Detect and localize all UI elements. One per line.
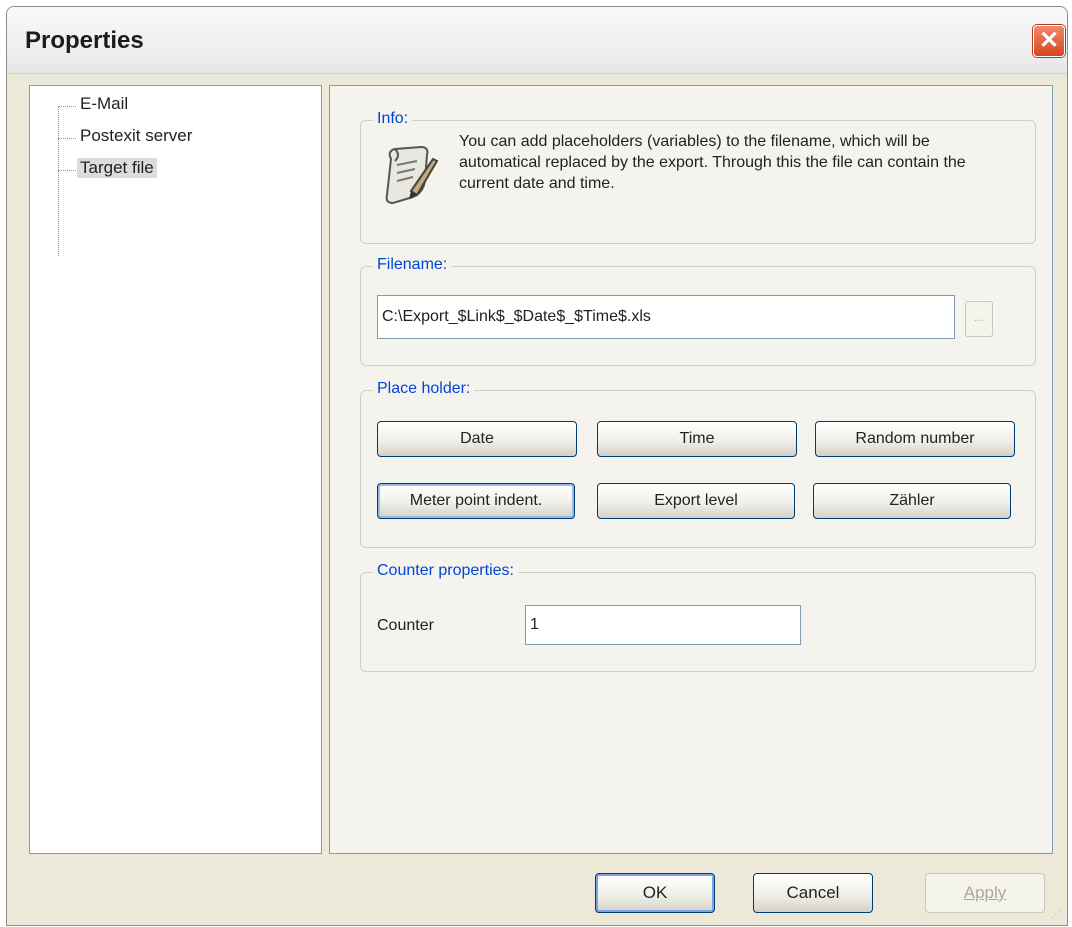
export-level-button[interactable]: Export level xyxy=(597,483,795,519)
properties-dialog: Properties ✕ E-Mail Postexit server Targ… xyxy=(6,6,1068,926)
ok-button[interactable]: OK xyxy=(595,873,715,913)
time-button[interactable]: Time xyxy=(597,421,797,457)
counter-field-label: Counter xyxy=(377,617,434,634)
meter-point-indent-button[interactable]: Meter point indent. xyxy=(377,483,575,519)
close-button[interactable]: ✕ xyxy=(1033,25,1065,57)
settings-tree[interactable]: E-Mail Postexit server Target file xyxy=(29,85,322,854)
random-number-button[interactable]: Random number xyxy=(815,421,1015,457)
date-button[interactable]: Date xyxy=(377,421,577,457)
browse-button[interactable]: ... xyxy=(965,301,993,337)
info-group-label: Info: xyxy=(373,110,413,128)
cancel-button[interactable]: Cancel xyxy=(753,873,873,913)
tree-item-target-file[interactable]: Target file xyxy=(77,158,157,178)
filename-group-label: Filename: xyxy=(373,256,452,274)
close-icon: ✕ xyxy=(1038,27,1060,54)
filename-input[interactable]: C:\Export_$Link$_$Date$_$Time$.xls xyxy=(377,295,955,339)
placeholder-group: Place holder: Date Time Random number Me… xyxy=(360,380,1036,548)
target-file-panel: Info: You can add placeholders (variable… xyxy=(329,85,1053,854)
tree-item-postexit-server[interactable]: Postexit server xyxy=(80,126,192,146)
counter-input[interactable]: 1 xyxy=(525,605,801,645)
placeholder-group-label: Place holder: xyxy=(373,380,475,398)
window-title: Properties xyxy=(25,27,144,54)
tree-connector xyxy=(58,138,76,139)
counter-placeholder-button[interactable]: Zähler xyxy=(813,483,1011,519)
apply-button[interactable]: Apply xyxy=(925,873,1045,913)
resize-grip-icon[interactable]: ⋰ xyxy=(1051,909,1063,921)
tree-connector xyxy=(58,106,59,256)
title-bar[interactable]: Properties ✕ xyxy=(7,7,1067,74)
counter-group-label: Counter properties: xyxy=(373,562,518,580)
tree-connector xyxy=(58,106,76,107)
apply-button-label: Apply xyxy=(963,883,1007,902)
tree-item-email[interactable]: E-Mail xyxy=(80,94,128,114)
info-text: You can add placeholders (variables) to … xyxy=(459,133,966,192)
info-group: Info: You can add placeholders (variable… xyxy=(360,110,1036,244)
counter-group: Counter properties: Counter 1 xyxy=(360,562,1036,672)
filename-group: Filename: C:\Export_$Link$_$Date$_$Time$… xyxy=(360,256,1036,366)
tree-connector xyxy=(58,170,76,171)
scroll-quill-icon xyxy=(385,145,439,205)
